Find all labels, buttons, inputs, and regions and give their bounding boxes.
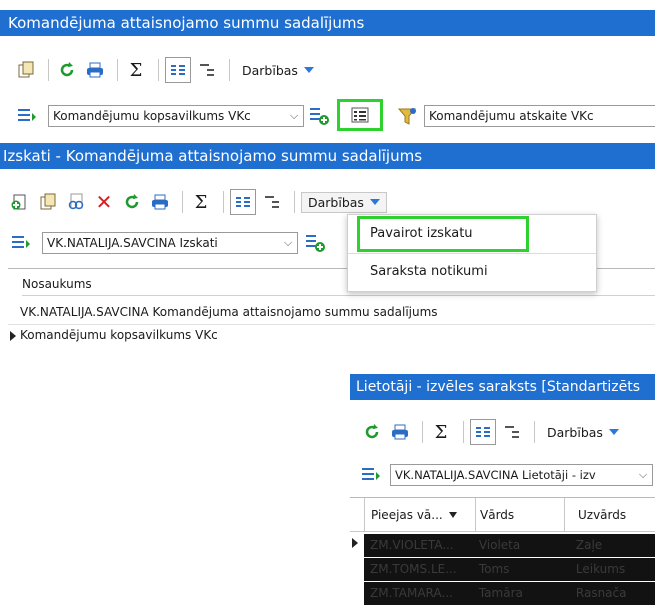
caret-down-icon bbox=[369, 199, 380, 205]
actions-label: Darbības bbox=[308, 194, 364, 210]
chevron-down-icon: ⌵ bbox=[283, 236, 293, 249]
columns-icon[interactable] bbox=[165, 57, 191, 83]
menu-item-pavairot-izskatu[interactable]: Pavairot izskatu bbox=[357, 216, 529, 252]
delete-icon[interactable]: ✕ bbox=[92, 190, 116, 214]
tree-icon[interactable] bbox=[195, 58, 219, 82]
actions-label: Darbības bbox=[547, 424, 603, 440]
view-details-icon[interactable] bbox=[64, 190, 88, 214]
actions-menu-button[interactable]: Darbības bbox=[236, 61, 320, 80]
toolbar-separator bbox=[463, 421, 464, 443]
table-cell: Komandējumu kopsavilkums VKc bbox=[20, 328, 218, 342]
toolbar-separator bbox=[229, 59, 230, 81]
grid-header: Pieejas vā... Vārds Uzvārds bbox=[350, 498, 655, 532]
table-cell: Tamāra bbox=[478, 586, 523, 600]
actions-dropdown-menu: Pavairot izskatu Saraksta notikumi bbox=[347, 214, 597, 292]
tree-icon[interactable] bbox=[500, 420, 524, 444]
table-row[interactable]: ZM.VIOLETA... Violeta Zaļe bbox=[364, 534, 655, 557]
toolbar-separator bbox=[294, 191, 295, 213]
sort-desc-icon[interactable] bbox=[448, 511, 457, 518]
window1-toolbar: Σ Darbības bbox=[14, 56, 320, 84]
window2-toolbar: ✕ Σ Darbības bbox=[8, 188, 387, 216]
view-combo[interactable]: VK.NATALIJA.SAVCINA Lietotāji - izv ⌵ bbox=[390, 464, 653, 486]
row-selector-icon bbox=[352, 538, 358, 548]
refresh-icon[interactable] bbox=[55, 58, 79, 82]
column-header-uzvards[interactable]: Uzvārds bbox=[564, 498, 655, 531]
window1-titlebar: Komandējuma attaisnojamo summu sadalījum… bbox=[0, 10, 655, 36]
report-combo-value: Komandējumu kopsavilkums VKc bbox=[53, 109, 251, 123]
table-cell: Violeta bbox=[478, 538, 521, 552]
window3-toolbar: Σ Darbības bbox=[360, 418, 625, 446]
list-view-icon[interactable] bbox=[18, 107, 38, 128]
window3-view-row: VK.NATALIJA.SAVCINA Lietotāji - izv ⌵ bbox=[360, 462, 655, 488]
filter-combo-value: Komandējumu atskaite VKc bbox=[429, 109, 594, 123]
list-view-icon[interactable] bbox=[12, 234, 32, 255]
chevron-down-icon: ⌵ bbox=[289, 109, 299, 122]
window3-titlebar: Lietotāji - izvēles saraksts [Standartiz… bbox=[350, 374, 655, 400]
caret-down-icon bbox=[303, 67, 314, 73]
add-view-icon[interactable] bbox=[310, 106, 330, 129]
print-icon[interactable] bbox=[148, 190, 172, 214]
table-cell: Toms bbox=[478, 562, 510, 576]
window2-view-row: VK.NATALIJA.SAVCINA Izskati ⌵ bbox=[8, 230, 348, 256]
column-header-vards[interactable]: Vārds bbox=[474, 498, 565, 531]
table-cell: ZM.VIOLETA... bbox=[370, 538, 454, 552]
refresh-icon[interactable] bbox=[120, 190, 144, 214]
actions-label: Darbības bbox=[242, 62, 298, 78]
table-row[interactable]: Komandējumu kopsavilkums VKc bbox=[8, 326, 655, 346]
actions-menu-button[interactable]: Darbības bbox=[301, 191, 387, 213]
refresh-icon[interactable] bbox=[360, 420, 384, 444]
toolbar-separator bbox=[534, 421, 535, 443]
add-view-icon[interactable] bbox=[306, 233, 326, 256]
sum-icon[interactable]: Σ bbox=[189, 190, 213, 214]
window3-grid: Pieejas vā... Vārds Uzvārds ZM.VIOLETA..… bbox=[350, 497, 655, 610]
table-row[interactable]: ZM.TAMARA... Tamāra Rasnača bbox=[364, 582, 655, 605]
view-combo-value: VK.NATALIJA.SAVCINA Izskati bbox=[47, 236, 218, 250]
copy-icon[interactable] bbox=[36, 190, 60, 214]
columns-icon[interactable] bbox=[230, 189, 256, 215]
caret-down-icon bbox=[608, 429, 619, 435]
add-record-icon[interactable] bbox=[8, 190, 32, 214]
sum-icon[interactable]: Σ bbox=[124, 58, 148, 82]
window1-filter-row: Komandējumu kopsavilkums VKc ⌵ Komandēju… bbox=[14, 99, 655, 131]
toolbar-separator bbox=[48, 59, 49, 81]
tree-icon[interactable] bbox=[260, 190, 284, 214]
table-cell: VK.NATALIJA.SAVCINA Komandējuma attaisno… bbox=[20, 305, 438, 319]
print-icon[interactable] bbox=[83, 58, 107, 82]
column-header-label: Pieejas vā... bbox=[371, 507, 443, 522]
print-icon[interactable] bbox=[388, 420, 412, 444]
table-cell: Zaļe bbox=[575, 538, 603, 552]
table-row[interactable]: ZM.TOMS.LE... Toms Leikums bbox=[364, 558, 655, 581]
toolbar-separator bbox=[117, 59, 118, 81]
report-combo[interactable]: Komandējumu kopsavilkums VKc ⌵ bbox=[48, 105, 304, 127]
table-cell: Leikums bbox=[575, 562, 626, 576]
column-header-label: Vārds bbox=[480, 507, 515, 522]
menu-divider bbox=[348, 253, 596, 254]
columns-icon[interactable] bbox=[470, 419, 496, 445]
table-row[interactable]: VK.NATALIJA.SAVCINA Komandējuma attaisno… bbox=[8, 302, 655, 325]
table-cell: Rasnača bbox=[575, 586, 627, 600]
row-selector-icon bbox=[10, 331, 16, 341]
toolbar-separator bbox=[422, 421, 423, 443]
view-combo[interactable]: VK.NATALIJA.SAVCINA Izskati ⌵ bbox=[42, 232, 298, 254]
chevron-down-icon: ⌵ bbox=[638, 468, 648, 481]
column-header-label: Uzvārds bbox=[578, 507, 627, 522]
table-cell: ZM.TOMS.LE... bbox=[370, 562, 457, 576]
view-combo-value: VK.NATALIJA.SAVCINA Lietotāji - izv bbox=[395, 468, 596, 482]
menu-item-saraksta-notikumi[interactable]: Saraksta notikumi bbox=[370, 257, 570, 287]
list-view-icon[interactable] bbox=[362, 466, 382, 487]
copy-icon[interactable] bbox=[14, 58, 38, 82]
table-cell: ZM.TAMARA... bbox=[370, 586, 453, 600]
window2-titlebar: Izskati - Komandējuma attaisnojamo summu… bbox=[0, 143, 655, 169]
view-list-icon[interactable] bbox=[337, 99, 383, 131]
toolbar-separator bbox=[182, 191, 183, 213]
column-header-pieejas[interactable]: Pieejas vā... bbox=[364, 498, 476, 531]
toolbar-separator bbox=[223, 191, 224, 213]
filter-icon[interactable] bbox=[397, 107, 418, 130]
filter-combo[interactable]: Komandējumu atskaite VKc bbox=[424, 105, 655, 127]
toolbar-separator bbox=[158, 59, 159, 81]
sum-icon[interactable]: Σ bbox=[429, 420, 453, 444]
actions-menu-button[interactable]: Darbības bbox=[541, 423, 625, 442]
